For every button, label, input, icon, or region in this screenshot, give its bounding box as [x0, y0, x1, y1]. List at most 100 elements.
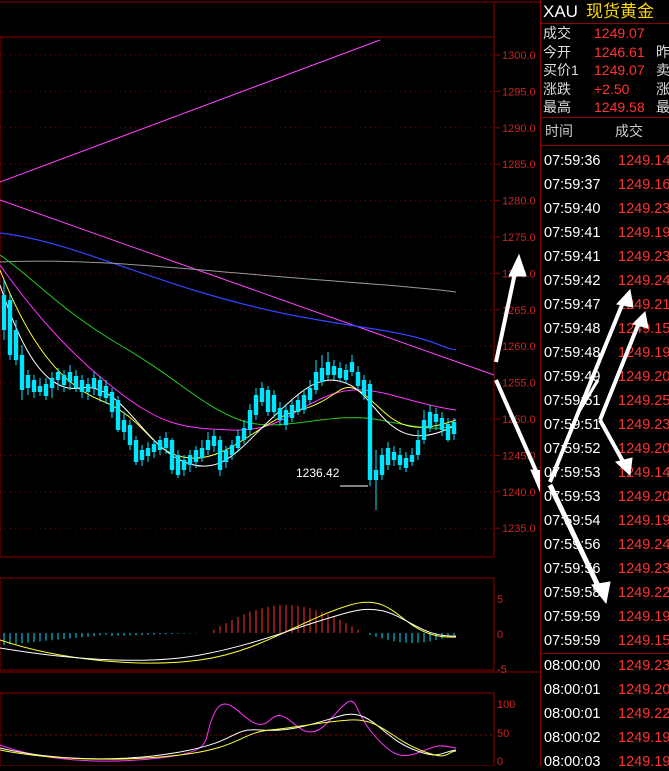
candle — [19, 345, 25, 400]
quote-row: 买价1 1249.07 卖 — [541, 61, 669, 80]
tick-row[interactable]: 07:59:37 1249.16 — [541, 173, 669, 197]
candle — [91, 372, 97, 395]
candle — [79, 375, 85, 398]
price-axis-label: 1260.0 — [502, 341, 536, 353]
quote-value: 1249.58 — [594, 99, 645, 115]
tick-row[interactable]: 07:59:59 1249.19 — [541, 605, 669, 629]
price-axis-label: 1250.0 — [502, 414, 536, 426]
candle-body — [433, 414, 439, 422]
quote-value: 1249.07 — [594, 62, 645, 78]
tick-price: 1249.14 — [618, 152, 669, 169]
price-axis-label: 1235.0 — [502, 523, 536, 535]
tick-time: 08:00:03 — [544, 753, 601, 767]
tick-time: 07:59:48 — [544, 344, 601, 361]
candle-body — [373, 470, 379, 480]
kdj-axis-100: 100 — [497, 699, 515, 711]
quote-panel: XAU 现货黄金 成交 1249.07 今开 1246.61 昨买价1 1249.07 卖涨跌… — [540, 0, 669, 766]
candle-body — [427, 412, 433, 428]
chart-area[interactable]: 1300.01295.01290.01285.01280.01275.01270… — [0, 0, 549, 768]
candle-body — [391, 452, 397, 460]
tick-row[interactable]: 08:00:02 1249.19 — [541, 726, 669, 750]
tick-row[interactable]: 08:00:01 1249.22 — [541, 702, 669, 726]
tick-time: 08:00:01 — [544, 681, 601, 698]
tick-row[interactable]: 07:59:40 1249.23 — [541, 197, 669, 221]
tick-time: 07:59:53 — [544, 464, 601, 481]
tick-row[interactable]: 07:59:58 1249.22 — [541, 581, 669, 605]
candle — [217, 436, 223, 476]
candle — [313, 360, 319, 394]
tick-row[interactable]: 07:59:41 1249.23 — [541, 245, 669, 269]
tick-row[interactable]: 07:59:48 1249.19 — [541, 341, 669, 365]
candle — [385, 442, 391, 470]
candle — [295, 395, 301, 415]
tick-row[interactable]: 07:59:41 1249.19 — [541, 221, 669, 245]
candle-body — [55, 372, 61, 380]
tick-row[interactable]: 07:59:56 1249.24 — [541, 533, 669, 557]
candle-body — [349, 362, 355, 372]
tick-time: 07:59:47 — [544, 296, 601, 313]
candle-body — [115, 400, 121, 430]
price-axis-label: 1275.0 — [502, 232, 536, 244]
tick-row[interactable]: 07:59:42 1249.24 — [541, 269, 669, 293]
tick-row[interactable]: 07:59:36 1249.14 — [541, 149, 669, 173]
candle-body — [259, 388, 265, 402]
tick-row[interactable]: 07:59:51 1249.25 — [541, 389, 669, 413]
tick-row[interactable]: 08:00:00 1249.23 — [541, 652, 669, 678]
quote-label2: 昨 — [656, 43, 669, 60]
tick-price: 1249.23 — [618, 416, 669, 433]
tick-list[interactable]: 07:59:36 1249.14 07:59:37 1249.16 07:59:40 12… — [541, 149, 669, 767]
tick-time: 07:59:36 — [544, 152, 601, 169]
price-axis-label: 1290.0 — [502, 123, 536, 135]
candle — [391, 446, 397, 466]
tick-price: 1249.19 — [618, 344, 669, 361]
candle-body — [421, 420, 427, 440]
candle-body — [415, 440, 421, 455]
candle-body — [337, 368, 343, 378]
price-axis-label: 1285.0 — [502, 159, 536, 171]
tick-row[interactable]: 07:59:52 1249.20 — [541, 437, 669, 461]
quote-header: XAU 现货黄金 — [541, 0, 669, 24]
tick-row[interactable]: 08:00:01 1249.20 — [541, 678, 669, 702]
tick-row[interactable]: 07:59:56 1249.23 — [541, 557, 669, 581]
candle-body — [295, 400, 301, 412]
arrow-up-axis-head — [508, 253, 527, 277]
candle — [259, 382, 265, 406]
candle-body — [211, 436, 217, 446]
tick-row[interactable]: 07:59:49 1249.20 — [541, 365, 669, 389]
candle — [409, 448, 415, 466]
tick-price: 1249.16 — [618, 176, 669, 193]
tick-time: 08:00:02 — [544, 729, 601, 746]
quote-label2: 最 — [656, 99, 669, 115]
tick-row[interactable]: 08:00:03 1249.19 — [541, 750, 669, 767]
candle — [277, 402, 283, 426]
tick-row[interactable]: 07:59:48 1249.15 — [541, 317, 669, 341]
candle — [67, 365, 73, 390]
candle-body — [13, 330, 19, 360]
candle-body — [151, 444, 157, 452]
tick-row[interactable]: 07:59:53 1249.20 — [541, 485, 669, 509]
low-annotation: 1236.42 — [296, 466, 340, 480]
candle — [235, 430, 241, 452]
tick-time: 07:59:58 — [544, 584, 601, 601]
candle-body — [181, 460, 187, 470]
macd-dif — [0, 601, 457, 664]
tick-row[interactable]: 07:59:47 1249.21 — [541, 293, 669, 317]
candle — [211, 430, 217, 452]
candle-body — [169, 440, 175, 470]
candle-body — [187, 455, 193, 465]
candle — [85, 378, 91, 400]
candle-body — [397, 455, 403, 465]
candle-body — [241, 428, 247, 440]
candle-body — [121, 420, 127, 432]
price-axis-label: 1295.0 — [502, 86, 536, 98]
tick-row[interactable]: 07:59:51 1249.23 — [541, 413, 669, 437]
candle-body — [277, 408, 283, 420]
quote-rows: 成交 1249.07 今开 1246.61 昨买价1 1249.07 卖涨跌 +2.50 涨最高… — [541, 24, 669, 117]
candle-body — [97, 380, 103, 396]
trendline-upper — [0, 39, 381, 183]
tick-row[interactable]: 07:59:53 1249.14 — [541, 461, 669, 485]
quote-label: 涨跌 — [543, 80, 571, 97]
tick-row[interactable]: 07:59:59 1249.15 — [541, 629, 669, 653]
kline-chart[interactable]: 1300.01295.01290.01285.01280.01275.01270… — [0, 0, 549, 768]
tick-row[interactable]: 07:59:54 1249.19 — [541, 509, 669, 533]
